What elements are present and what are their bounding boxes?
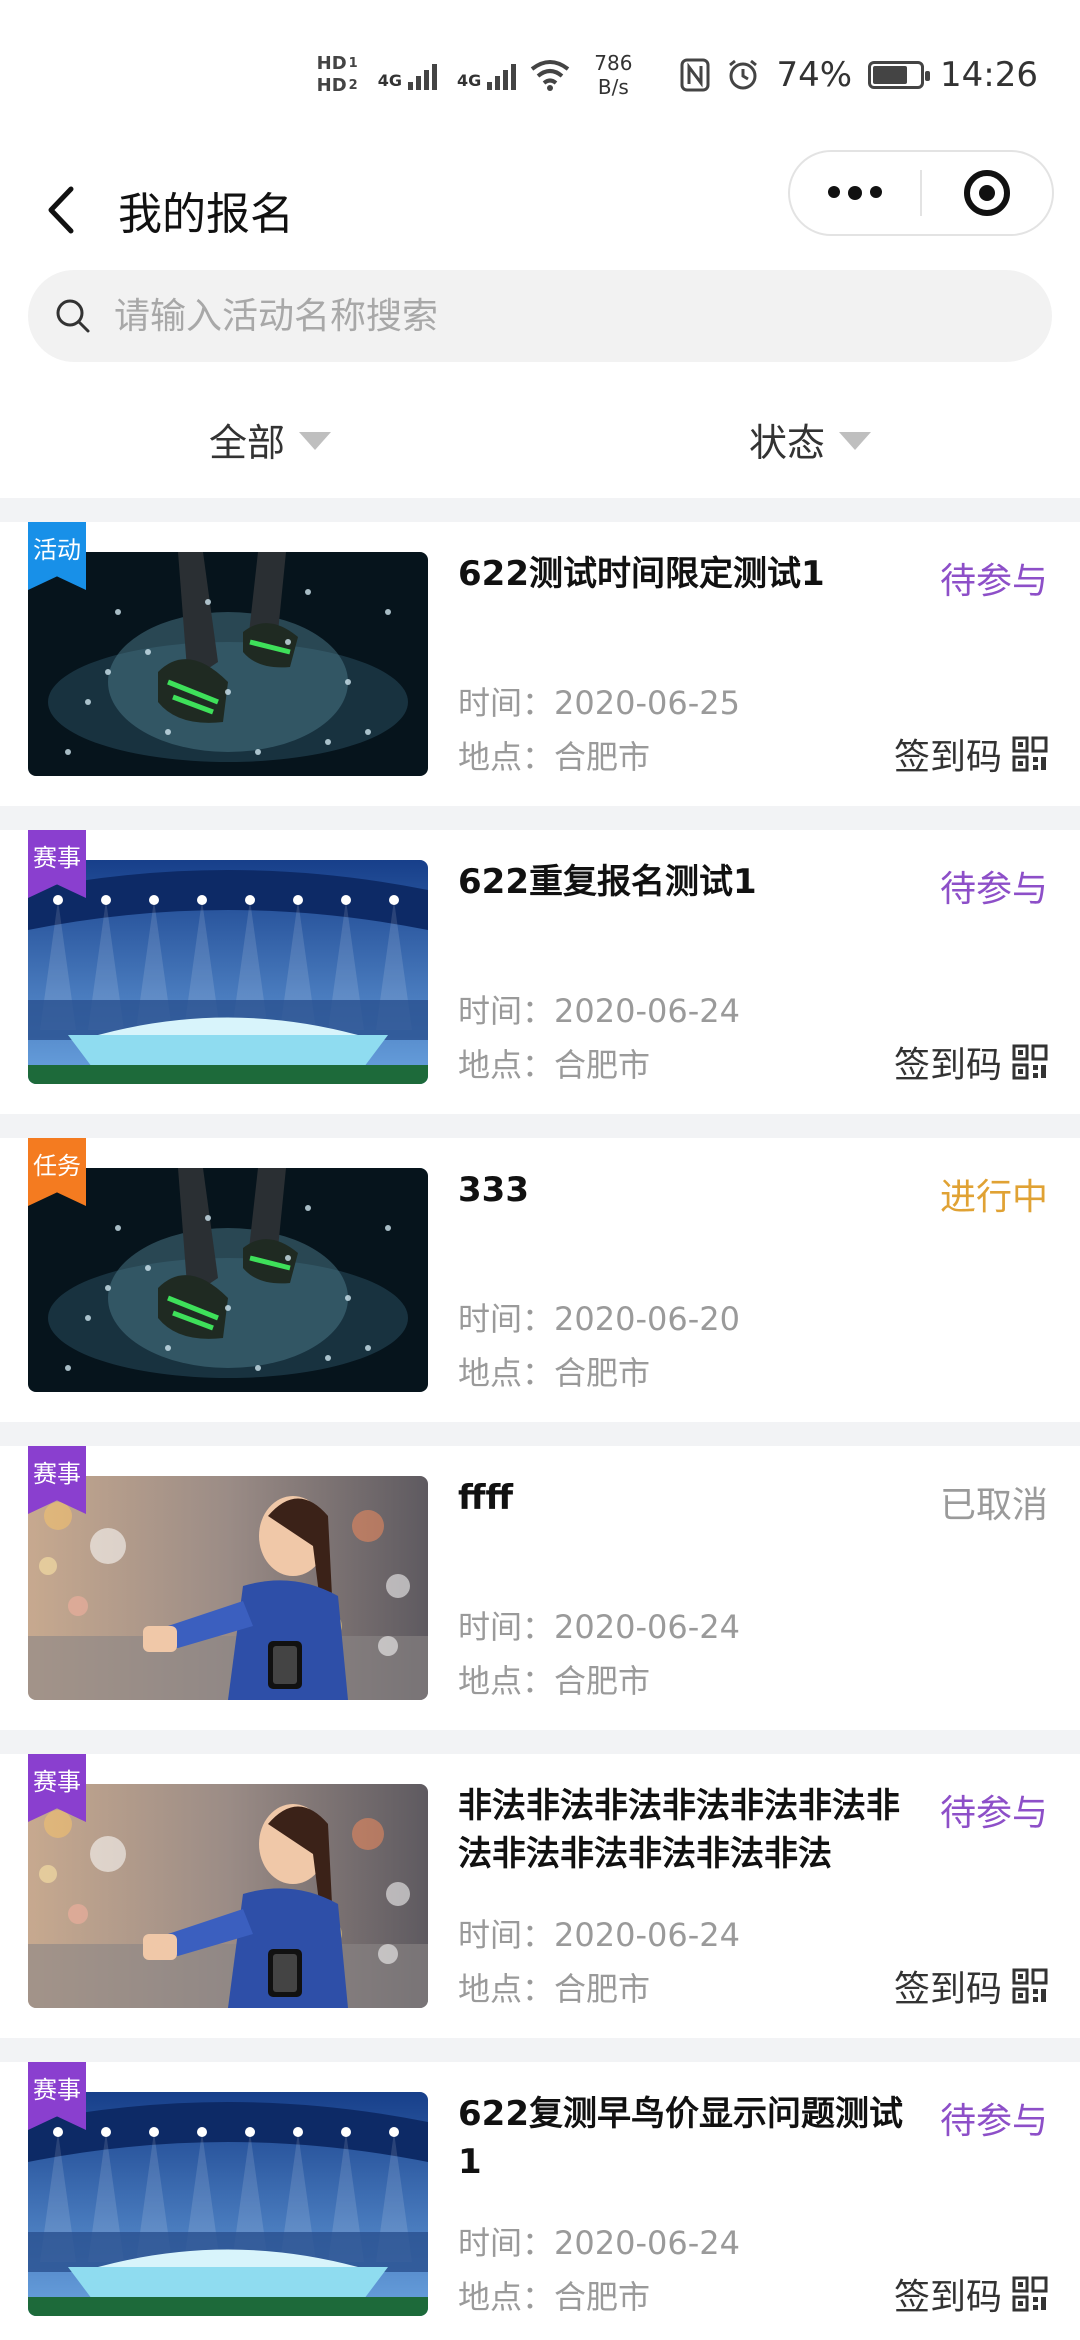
filter-category[interactable]: 全部 (0, 380, 540, 498)
wifi-icon (531, 60, 570, 91)
battery-icon (868, 61, 931, 89)
registration-card[interactable]: 赛事 非法非法非法非法非法非法非法非法非法非法非法非法 待参与 时间：2020-06-… (0, 1754, 1080, 2038)
event-title: 非法非法非法非法非法非法非法非法非法非法非法非法 (458, 1786, 900, 1874)
registration-card[interactable]: 赛事 622复测早鸟价显示问题测试1 待参与 时间：2020-06-24 地点：合肥市签… (0, 2062, 1080, 2340)
event-place: 地点：合肥市 (458, 1970, 651, 2008)
checkin-code-button[interactable]: 签到码 (894, 1036, 1048, 1088)
close-miniprogram-button[interactable] (922, 152, 1052, 234)
battery-percent: 74% (776, 55, 853, 95)
caret-down-icon (839, 432, 871, 450)
status-label: 待参与 (939, 2101, 1048, 2142)
event-title: 333 (458, 1170, 529, 1210)
event-place: 地点：合肥市 (458, 1046, 651, 1084)
event-place: 地点：合肥市 (458, 1354, 651, 1392)
more-button[interactable] (790, 152, 920, 234)
qr-code-icon (1012, 736, 1048, 772)
filter-status[interactable]: 状态 (540, 380, 1080, 498)
event-title: ffff (458, 1478, 514, 1518)
event-time: 时间：2020-06-24 (458, 992, 740, 1030)
status-label: 已取消 (939, 1485, 1048, 1526)
qr-code-icon (1012, 1044, 1048, 1080)
registration-list: 活动 622测试时间限定测试1 待参与 时间：2020-06-25 地点：合肥市 签到码 … (0, 522, 1080, 2340)
checkin-label: 签到码 (893, 2277, 1002, 2318)
hd-indicator: HD 1 HD 2 (316, 53, 358, 96)
filter-bar: 全部 状态 (0, 380, 1080, 498)
registration-card[interactable]: 活动 622测试时间限定测试1 待参与 时间：2020-06-25 地点：合肥市 签到码 (0, 522, 1080, 806)
registration-card[interactable]: 赛事 622重复报名测试1 待参与 时间：2020-06-24 地点：合肥市 签到码 (0, 830, 1080, 1114)
registration-card[interactable]: 赛事 ffff 已取消 时间：2020-06-24 地点：合肥市 (0, 1446, 1080, 1730)
status-bar: HD 1 HD 2 4G 4G 786 B/s 74% 14:26 (0, 0, 1080, 150)
event-title: 622复测早鸟价显示问题测试1 (458, 2094, 903, 2182)
event-title: 622重复报名测试1 (458, 862, 757, 902)
signal-icon-sim2: 4G (457, 60, 517, 90)
event-place: 地点：合肥市 (458, 2278, 651, 2316)
nav-bar: 我的报名 (0, 150, 1080, 270)
checkin-code-button[interactable]: 签到码 (894, 2268, 1048, 2320)
qr-code-icon (1012, 1968, 1048, 2004)
event-time: 时间：2020-06-24 (458, 1916, 740, 1954)
back-button[interactable] (30, 180, 90, 240)
status-label: 待参与 (939, 869, 1048, 910)
network-speed: 786 B/s (594, 51, 633, 99)
filter-status-label: 状态 (748, 420, 825, 465)
more-icon (828, 186, 882, 200)
qr-code-icon (1012, 2276, 1048, 2312)
event-time: 时间：2020-06-25 (458, 684, 740, 722)
event-time: 时间：2020-06-24 (458, 1608, 740, 1646)
event-place: 地点：合肥市 (458, 1662, 651, 1700)
checkin-label: 签到码 (893, 1045, 1002, 1086)
event-image (28, 1168, 428, 1392)
status-label: 进行中 (939, 1177, 1048, 1218)
caret-down-icon (299, 432, 331, 450)
event-time: 时间：2020-06-24 (458, 2224, 740, 2262)
signal-icon-sim1: 4G (378, 60, 437, 90)
event-image (28, 1784, 428, 2008)
event-image (28, 2092, 428, 2316)
event-title: 622测试时间限定测试1 (458, 554, 825, 594)
search-icon (56, 299, 90, 333)
checkin-label: 签到码 (893, 737, 1002, 778)
checkin-code-button[interactable]: 签到码 (894, 728, 1048, 780)
search-box[interactable] (28, 270, 1052, 362)
search-section (0, 270, 1080, 380)
status-label: 待参与 (939, 1793, 1048, 1834)
nfc-icon (680, 58, 710, 92)
clock: 14:26 (940, 55, 1038, 95)
event-place: 地点：合肥市 (458, 738, 651, 776)
event-image (28, 860, 428, 1084)
miniprogram-capsule (788, 150, 1054, 236)
page-title: 我的报名 (118, 189, 294, 240)
event-image (28, 552, 428, 776)
event-image (28, 1476, 428, 1700)
registration-card[interactable]: 任务 333 进行中 时间：2020-06-20 地点：合肥市 (0, 1138, 1080, 1422)
event-time: 时间：2020-06-20 (458, 1300, 740, 1338)
search-input[interactable] (114, 295, 914, 337)
target-icon (964, 170, 1010, 216)
alarm-icon (729, 59, 758, 90)
filter-category-label: 全部 (208, 420, 285, 465)
chevron-left-icon (48, 186, 74, 234)
checkin-label: 签到码 (893, 1969, 1002, 2010)
checkin-code-button[interactable]: 签到码 (894, 1960, 1048, 2012)
status-label: 待参与 (939, 561, 1048, 602)
